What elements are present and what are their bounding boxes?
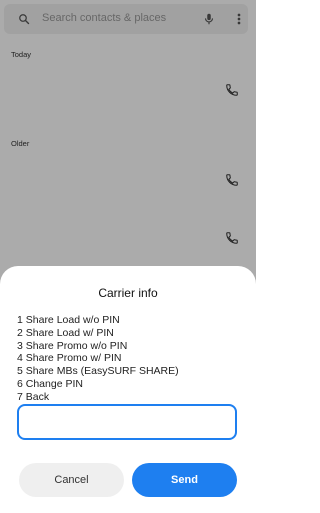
reply-input[interactable] <box>17 404 237 440</box>
menu-option: 4 Share Promo w/ PIN <box>17 352 122 365</box>
menu-option: 3 Share Promo w/o PIN <box>17 339 128 352</box>
menu-option: 2 Share Load w/ PIN <box>17 326 114 339</box>
dialog-title: Carrier info <box>98 286 158 300</box>
send-button[interactable]: Send <box>132 463 237 497</box>
carrier-info-dialog: Carrier info 1 Share Load w/o PIN 2 Shar… <box>0 266 256 513</box>
menu-option: 6 Change PIN <box>17 377 83 390</box>
cancel-button[interactable]: Cancel <box>19 463 124 497</box>
menu-option: 7 Back <box>17 390 50 403</box>
ussd-menu-list: 1 Share Load w/o PIN 2 Share Load w/ PIN… <box>17 314 242 404</box>
menu-option: 5 Share MBs (EasySURF SHARE) <box>17 365 179 378</box>
menu-option: 1 Share Load w/o PIN <box>17 314 120 326</box>
